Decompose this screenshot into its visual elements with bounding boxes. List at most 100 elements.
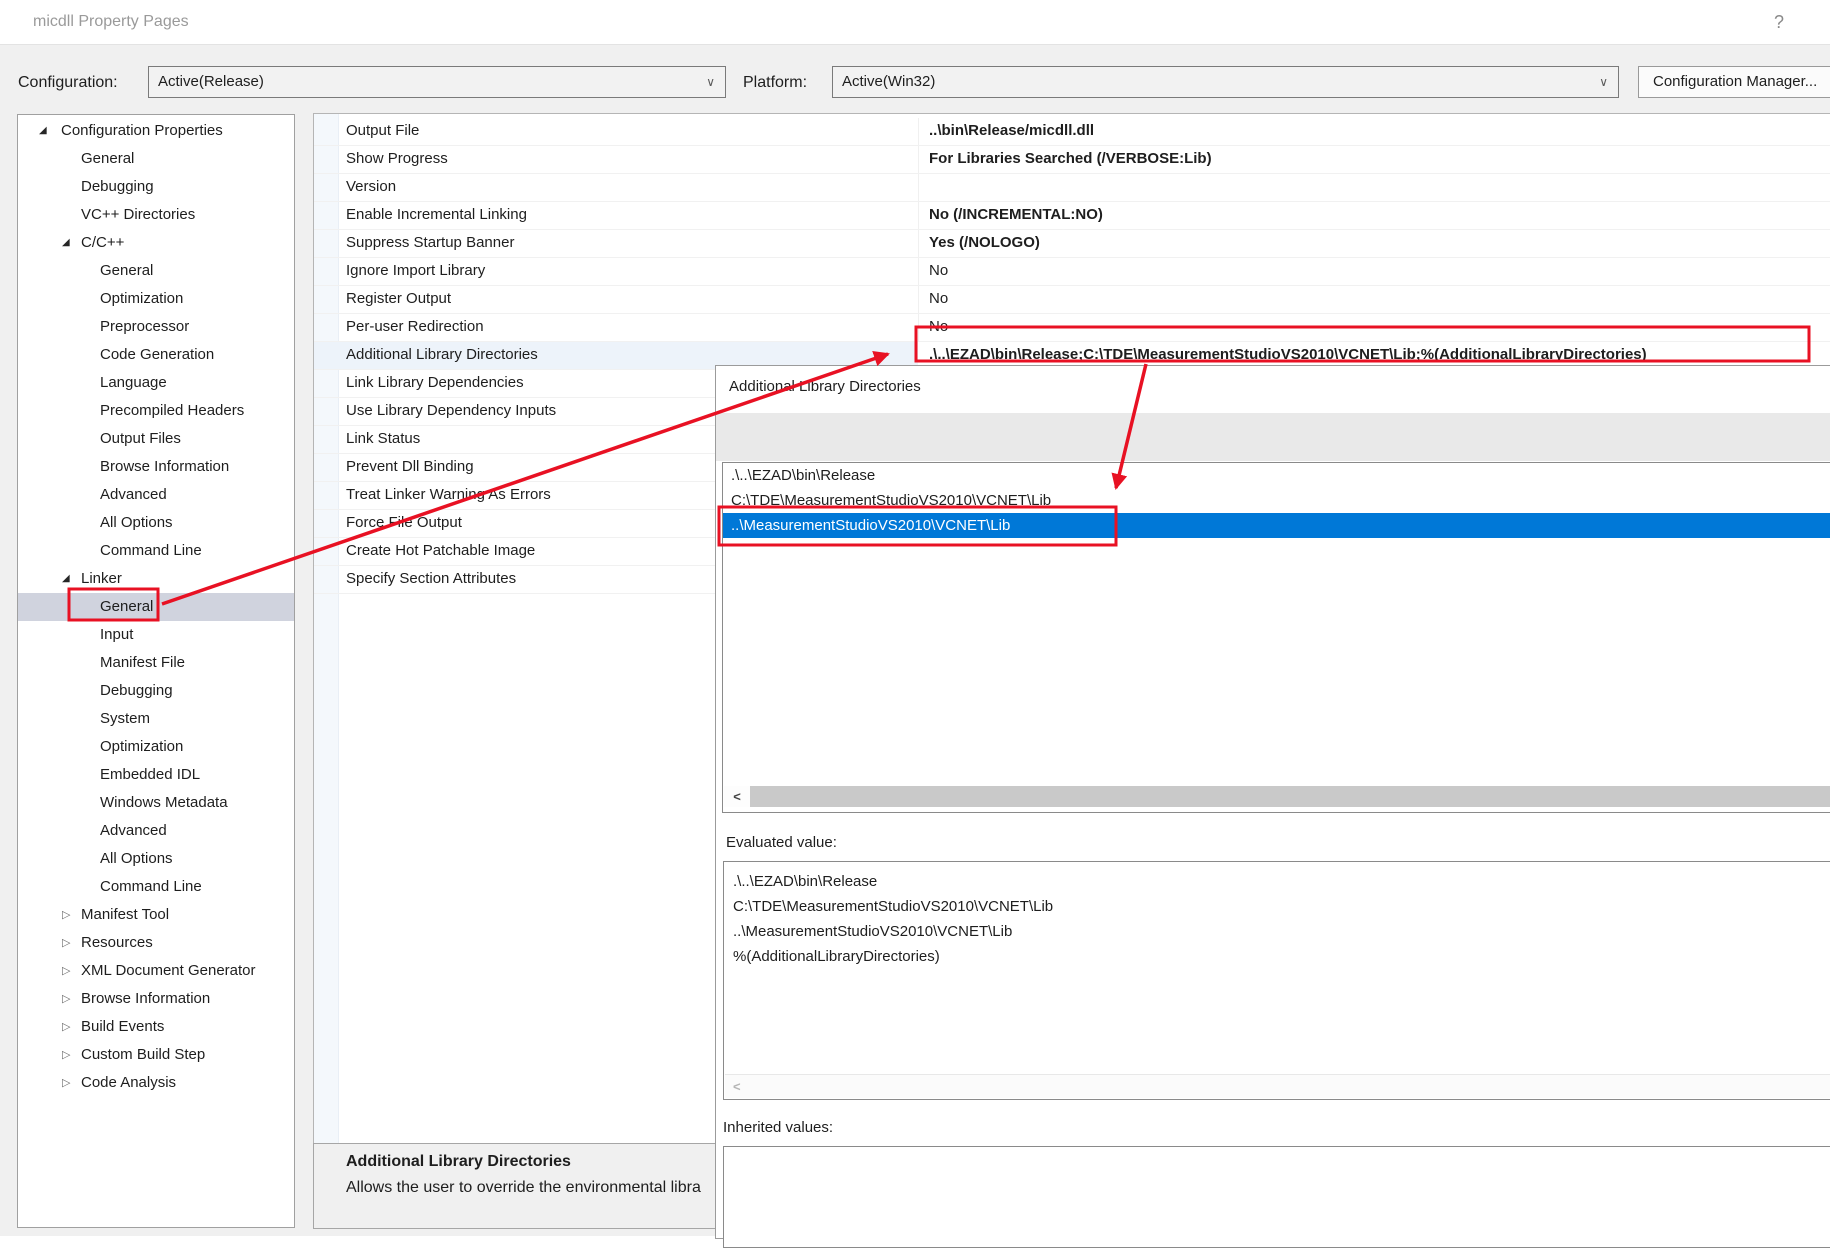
tree-item-label: Code Generation xyxy=(100,346,214,363)
property-value[interactable]: For Libraries Searched (/VERBOSE:Lib) xyxy=(929,146,1212,172)
tree-item-label: Optimization xyxy=(100,290,183,307)
expand-icon[interactable]: ▷ xyxy=(62,929,70,957)
tree-item-debugging[interactable]: Debugging xyxy=(18,173,294,201)
property-row[interactable]: Output File ..\bin\Release/micdll.dll xyxy=(314,118,1830,146)
property-name: Suppress Startup Banner xyxy=(346,230,514,256)
tree-item-xml-document-generator[interactable]: ▷XML Document Generator xyxy=(18,957,294,985)
tree-item-label: Manifest File xyxy=(100,654,185,671)
tree-item-general[interactable]: General xyxy=(18,257,294,285)
property-row[interactable]: Per-user RedirectionNo xyxy=(314,314,1830,342)
tree-item-label: Debugging xyxy=(100,682,173,699)
tree-item-label: Command Line xyxy=(100,542,202,559)
tree-item-label: Configuration Properties xyxy=(61,122,223,139)
scroll-left-icon[interactable]: < xyxy=(733,1075,741,1098)
tree-item-build-events[interactable]: ▷Build Events xyxy=(18,1013,294,1041)
tree-item-label: Advanced xyxy=(100,822,167,839)
tree-item-advanced[interactable]: Advanced xyxy=(18,817,294,845)
platform-dropdown[interactable]: Active(Win32) ∨ xyxy=(832,66,1619,98)
evaluated-value-line: C:\TDE\MeasurementStudioVS2010\VCNET\Lib xyxy=(724,894,1830,919)
tree-item-advanced[interactable]: Advanced xyxy=(18,481,294,509)
tree-item-label: General xyxy=(100,262,153,279)
tree-item-command-line[interactable]: Command Line xyxy=(18,537,294,565)
tree-item-label: Language xyxy=(100,374,167,391)
property-row[interactable]: Enable Incremental LinkingNo (/INCREMENT… xyxy=(314,202,1830,230)
property-row[interactable]: Ignore Import LibraryNo xyxy=(314,258,1830,286)
tree-item-precompiled-headers[interactable]: Precompiled Headers xyxy=(18,397,294,425)
property-name: Link Library Dependencies xyxy=(346,370,524,396)
directory-list-item[interactable]: .\..\EZAD\bin\Release xyxy=(723,463,1830,488)
tree-item-input[interactable]: Input xyxy=(18,621,294,649)
scrollbar-thumb[interactable] xyxy=(750,786,1830,807)
configuration-manager-button[interactable]: Configuration Manager... xyxy=(1638,66,1830,98)
help-icon[interactable]: ? xyxy=(1774,0,1784,44)
property-value[interactable]: No (/INCREMENTAL:NO) xyxy=(929,202,1103,228)
property-value[interactable]: No xyxy=(929,314,948,340)
tree-item-code-generation[interactable]: Code Generation xyxy=(18,341,294,369)
tree-item-label: All Options xyxy=(100,850,173,867)
tree-item-label: Code Analysis xyxy=(81,1074,176,1091)
tree-item-general[interactable]: General xyxy=(18,145,294,173)
evaluated-horizontal-scrollbar[interactable]: < xyxy=(725,1074,1830,1098)
property-row[interactable]: Version xyxy=(314,174,1830,202)
property-pages-dialog: micdll Property Pages ? Configuration: A… xyxy=(0,0,1830,1236)
tree-item-custom-build-step[interactable]: ▷Custom Build Step xyxy=(18,1041,294,1069)
directory-list-item[interactable]: C:\TDE\MeasurementStudioVS2010\VCNET\Lib xyxy=(723,488,1830,513)
collapse-icon[interactable]: ◢ xyxy=(62,565,70,593)
tree-item-browse-information[interactable]: ▷Browse Information xyxy=(18,985,294,1013)
collapse-icon[interactable]: ◢ xyxy=(39,117,47,145)
tree-item-command-line[interactable]: Command Line xyxy=(18,873,294,901)
configuration-dropdown[interactable]: Active(Release) ∨ xyxy=(148,66,726,98)
tree-item-resources[interactable]: ▷Resources xyxy=(18,929,294,957)
tree-item-configuration-properties[interactable]: ◢ Configuration Properties xyxy=(18,117,294,145)
tree-item-language[interactable]: Language xyxy=(18,369,294,397)
tree-item-c-c-[interactable]: ◢C/C++ xyxy=(18,229,294,257)
evaluated-value-label: Evaluated value: xyxy=(726,834,837,851)
property-value[interactable]: No xyxy=(929,286,948,312)
expand-icon[interactable]: ▷ xyxy=(62,1069,70,1097)
list-horizontal-scrollbar[interactable]: < xyxy=(724,786,1830,807)
tree-item-optimization[interactable]: Optimization xyxy=(18,285,294,313)
property-name: Create Hot Patchable Image xyxy=(346,538,535,564)
property-row[interactable]: Register OutputNo xyxy=(314,286,1830,314)
tree-item-optimization[interactable]: Optimization xyxy=(18,733,294,761)
expand-icon[interactable]: ▷ xyxy=(62,1013,70,1041)
property-value[interactable]: ..\bin\Release/micdll.dll xyxy=(929,118,1094,144)
scroll-left-icon[interactable]: < xyxy=(724,786,750,807)
tree-item-embedded-idl[interactable]: Embedded IDL xyxy=(18,761,294,789)
tree-item-vc-directories[interactable]: VC++ Directories xyxy=(18,201,294,229)
tree-item-all-options[interactable]: All Options xyxy=(18,509,294,537)
tree-item-label: VC++ Directories xyxy=(81,206,195,223)
tree-item-manifest-file[interactable]: Manifest File xyxy=(18,649,294,677)
tree-item-label: Advanced xyxy=(100,486,167,503)
expand-icon[interactable]: ▷ xyxy=(62,901,70,929)
directories-listbox[interactable]: .\..\EZAD\bin\ReleaseC:\TDE\MeasurementS… xyxy=(722,462,1830,813)
tree-item-preprocessor[interactable]: Preprocessor xyxy=(18,313,294,341)
property-name: Output File xyxy=(346,118,419,144)
tree-item-browse-information[interactable]: Browse Information xyxy=(18,453,294,481)
popup-title: Additional Library Directories xyxy=(729,372,921,402)
chevron-down-icon: ∨ xyxy=(706,67,715,97)
property-name: Prevent Dll Binding xyxy=(346,454,474,480)
collapse-icon[interactable]: ◢ xyxy=(62,229,70,257)
tree-item-output-files[interactable]: Output Files xyxy=(18,425,294,453)
property-row[interactable]: Suppress Startup Banner Yes (/NOLOGO) xyxy=(314,230,1830,258)
evaluated-value-line: ..\MeasurementStudioVS2010\VCNET\Lib xyxy=(724,919,1830,944)
tree-item-system[interactable]: System xyxy=(18,705,294,733)
tree-item-manifest-tool[interactable]: ▷Manifest Tool xyxy=(18,901,294,929)
property-value[interactable]: No xyxy=(929,258,948,284)
title-bar: micdll Property Pages ? xyxy=(0,0,1830,45)
tree-item-code-analysis[interactable]: ▷ Code Analysis xyxy=(18,1069,294,1097)
directory-list-item[interactable]: ..\MeasurementStudioVS2010\VCNET\Lib xyxy=(723,513,1830,538)
tree-item-general[interactable]: General xyxy=(18,593,294,621)
tree-item-all-options[interactable]: All Options xyxy=(18,845,294,873)
tree-item-debugging[interactable]: Debugging xyxy=(18,677,294,705)
property-row[interactable]: Show ProgressFor Libraries Searched (/VE… xyxy=(314,146,1830,174)
evaluated-value-line: .\..\EZAD\bin\Release xyxy=(724,869,1830,894)
tree-item-linker[interactable]: ◢Linker xyxy=(18,565,294,593)
expand-icon[interactable]: ▷ xyxy=(62,985,70,1013)
tree-item-windows-metadata[interactable]: Windows Metadata xyxy=(18,789,294,817)
expand-icon[interactable]: ▷ xyxy=(62,1041,70,1069)
property-name: Use Library Dependency Inputs xyxy=(346,398,556,424)
expand-icon[interactable]: ▷ xyxy=(62,957,70,985)
property-value[interactable]: Yes (/NOLOGO) xyxy=(929,230,1040,256)
